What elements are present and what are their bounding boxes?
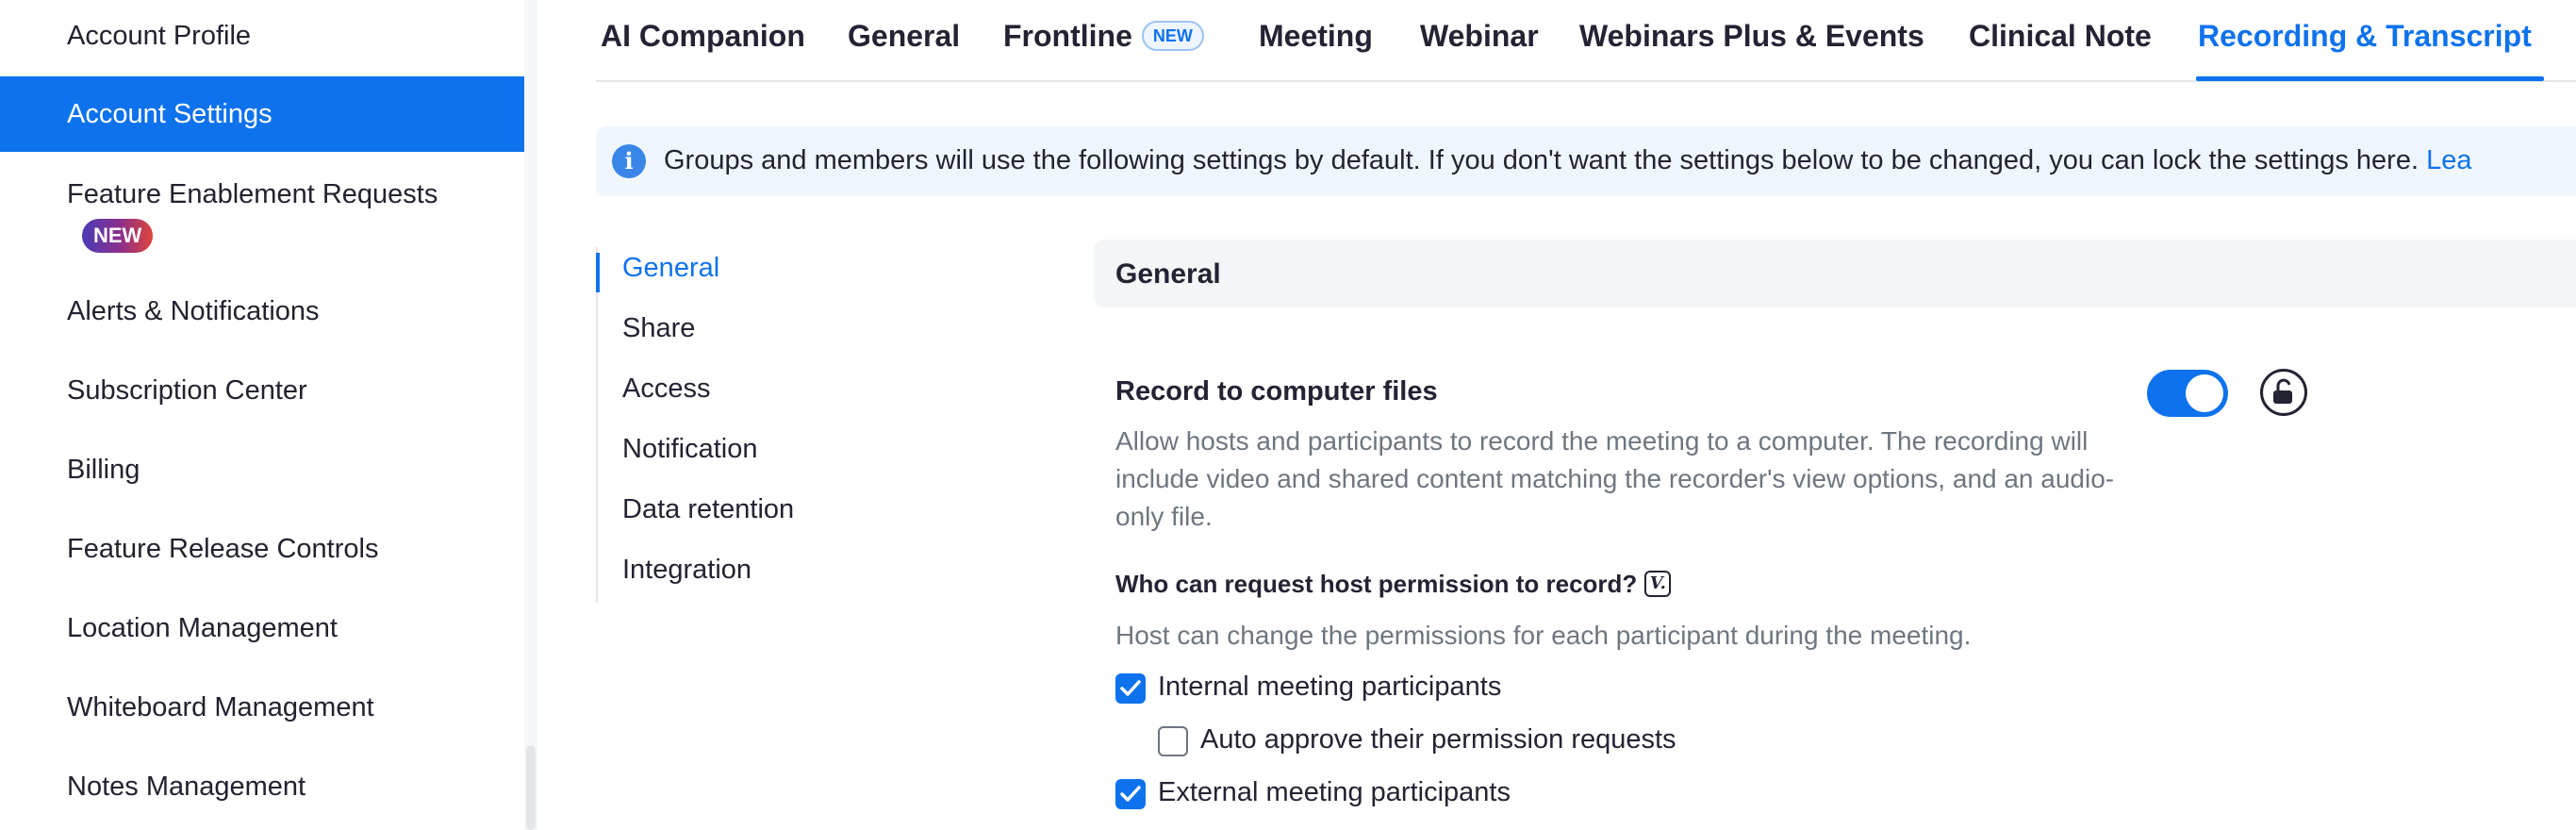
sidebar-item-label: Account Settings <box>67 99 272 129</box>
sidebar-item-label: Whiteboard Management <box>67 692 374 722</box>
tab-label: Frontline <box>1003 19 1132 53</box>
section-nav-notification[interactable]: Notification <box>622 434 757 465</box>
permission-title: Who can request host permission to recor… <box>1115 570 1672 599</box>
tab-webinars-plus-events[interactable]: Webinars Plus & Events <box>1579 19 1924 54</box>
setting-description: Allow hosts and participants to record t… <box>1115 426 2115 531</box>
tab-ai-companion[interactable]: AI Companion <box>601 19 805 54</box>
tab-general[interactable]: General <box>848 19 960 54</box>
sidebar-item-label: Subscription Center <box>67 375 307 406</box>
toggle-knob <box>2186 374 2223 412</box>
banner-text: Groups and members will use the followin… <box>664 145 2471 176</box>
sidebar-item-account-profile[interactable]: Account Profile <box>0 17 524 55</box>
sidebar-item-label: Notes Management <box>67 772 306 802</box>
banner-message: Groups and members will use the followin… <box>664 145 2419 175</box>
section-nav-integration[interactable]: Integration <box>622 555 751 586</box>
permission-description: Host can change the permissions for each… <box>1115 621 1972 650</box>
settings-tabs: AI Companion General Frontline NEW Meetin… <box>596 0 2576 82</box>
tab-webinar[interactable]: Webinar <box>1420 19 1539 54</box>
sidebar-scrollbar[interactable] <box>524 0 537 830</box>
checkbox-label: Internal meeting participants <box>1158 672 1502 702</box>
sidebar-item-whiteboard-management[interactable]: Whiteboard Management <box>0 689 524 726</box>
tab-frontline[interactable]: Frontline NEW <box>1003 19 1204 54</box>
settings-sidebar: Account Profile Account Settings Feature… <box>0 0 524 830</box>
sidebar-item-label: Account Profile <box>67 21 252 51</box>
section-nav: General Share Access Notification Data r… <box>596 247 879 603</box>
learn-more-link[interactable]: Lea <box>2426 145 2471 175</box>
sidebar-item-label: Alerts & Notifications <box>67 296 320 326</box>
unlock-icon[interactable] <box>2260 369 2307 416</box>
active-tab-indicator <box>2196 76 2544 81</box>
tab-meeting[interactable]: Meeting <box>1259 19 1373 54</box>
section-nav-share[interactable]: Share <box>622 313 695 344</box>
record-to-computer-toggle[interactable] <box>2147 370 2228 417</box>
sidebar-item-alerts-notifications[interactable]: Alerts & Notifications <box>0 292 524 330</box>
tab-recording-transcript[interactable]: Recording & Transcript <box>2198 19 2532 54</box>
new-badge: NEW <box>82 219 154 253</box>
sidebar-item-label: Feature Release Controls <box>67 534 379 564</box>
sidebar-item-label: Billing <box>67 455 140 485</box>
section-header: General <box>1094 240 2576 307</box>
sidebar-item-feature-enablement-requests[interactable]: Feature Enablement Requests NEW <box>0 175 524 253</box>
new-badge: NEW <box>1141 20 1204 51</box>
section-nav-general[interactable]: General <box>622 253 719 284</box>
section-nav-access[interactable]: Access <box>622 374 710 405</box>
sidebar-item-account-settings[interactable]: Account Settings <box>0 76 524 152</box>
info-banner: i Groups and members will use the follow… <box>596 126 2576 196</box>
section-title: General <box>1115 258 1221 290</box>
sidebar-item-subscription-center[interactable]: Subscription Center <box>0 372 524 409</box>
sidebar-item-notes-management[interactable]: Notes Management <box>0 768 524 805</box>
sidebar-item-label: Feature Enablement Requests <box>67 179 438 209</box>
sidebar-item-location-management[interactable]: Location Management <box>0 609 524 647</box>
version-badge-icon[interactable]: V. <box>1644 571 1672 598</box>
checkbox-label: Auto approve their permission requests <box>1200 724 1676 755</box>
scrollbar-thumb[interactable] <box>526 745 536 830</box>
sidebar-item-billing[interactable]: Billing <box>0 451 524 489</box>
permission-title-text: Who can request host permission to recor… <box>1115 570 1638 598</box>
checkbox-checked[interactable] <box>1115 779 1146 809</box>
setting-title: Record to computer files <box>1115 376 1438 407</box>
active-section-marker <box>596 253 600 292</box>
section-nav-data-retention[interactable]: Data retention <box>622 494 794 525</box>
sidebar-item-feature-release-controls[interactable]: Feature Release Controls <box>0 530 524 568</box>
info-icon: i <box>612 144 646 178</box>
checkbox-unchecked[interactable] <box>1158 726 1188 756</box>
sidebar-item-label: Location Management <box>67 613 338 643</box>
tab-clinical-note[interactable]: Clinical Note <box>1969 19 2152 54</box>
checkbox-label: External meeting participants <box>1158 777 1511 807</box>
checkbox-checked[interactable] <box>1115 673 1146 704</box>
